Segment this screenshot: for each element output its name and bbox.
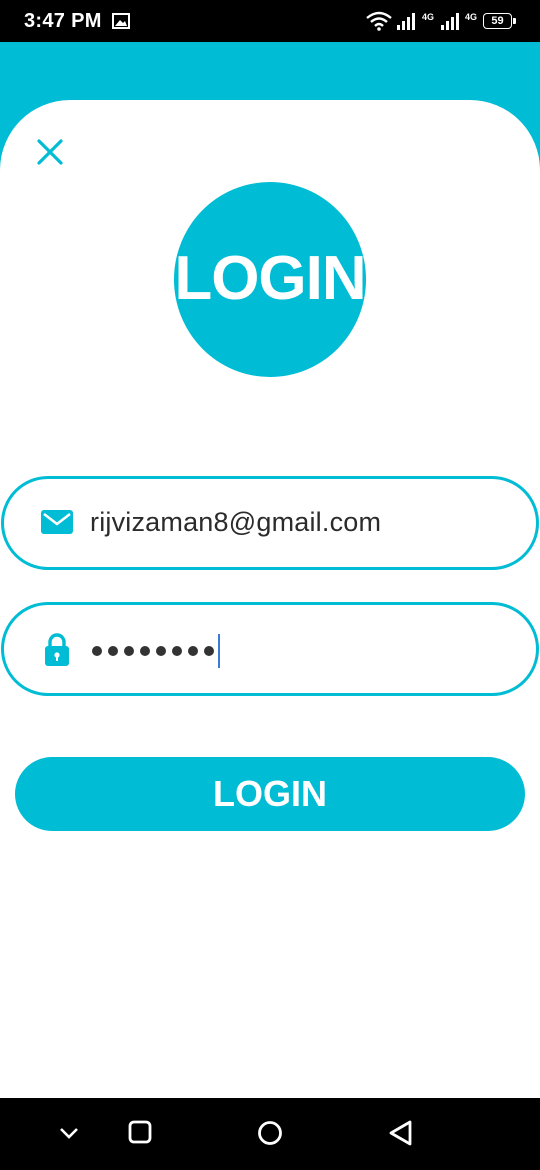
lock-icon [44,633,70,672]
back-icon[interactable] [388,1120,414,1151]
password-dot [92,646,102,656]
network-type-label: 4G [465,12,478,22]
text-caret [218,634,220,668]
navigation-bar [0,1098,540,1170]
signal-icon [396,11,418,36]
wifi-icon [366,11,392,36]
password-dot [108,646,118,656]
login-screen: 3:47 PM 4G 4G 59 LOGIN rijvizaman8@gmail… [0,0,540,1170]
email-field[interactable]: rijvizaman8@gmail.com [1,476,539,570]
email-value: rijvizaman8@gmail.com [90,507,382,537]
logo-text: LOGIN [174,244,366,313]
close-icon [37,139,63,165]
network-type-label: 4G [422,12,435,22]
password-dot [124,646,134,656]
login-button[interactable]: LOGIN [15,757,525,831]
gallery-icon [112,13,130,34]
chevron-down-icon[interactable] [58,1122,80,1149]
status-time: 3:47 PM [24,10,102,32]
login-logo: LOGIN [174,182,367,377]
battery-icon: 59 [483,13,516,29]
password-mask [92,634,220,668]
password-dot [204,646,214,656]
password-dot [188,646,198,656]
recents-icon[interactable] [128,1120,152,1149]
password-field[interactable] [1,602,539,696]
password-dot [172,646,182,656]
password-dot [140,646,150,656]
password-dot [156,646,166,656]
home-icon[interactable] [257,1120,283,1151]
close-button[interactable] [32,134,68,170]
status-bar: 3:47 PM 4G 4G 59 [0,0,540,42]
signal-icon [440,11,462,36]
mail-icon [41,510,73,539]
